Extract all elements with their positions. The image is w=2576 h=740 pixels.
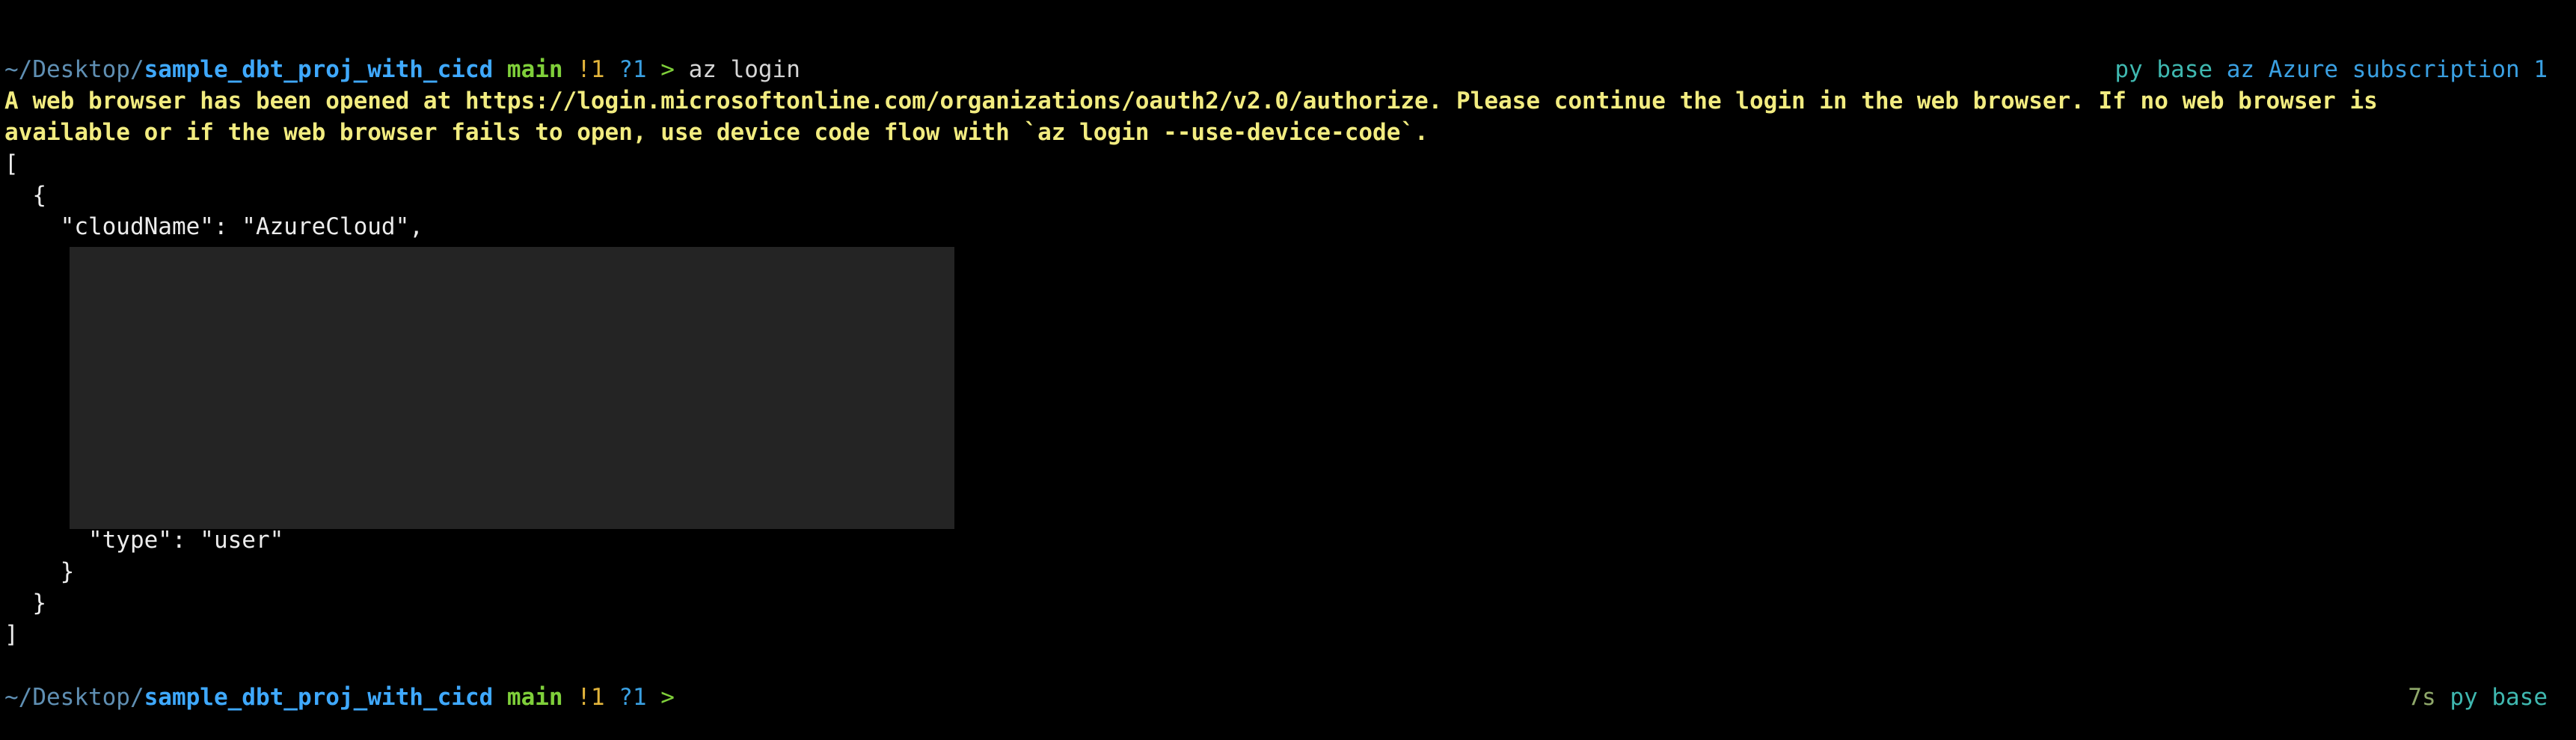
git-untracked-count: ?1 — [619, 684, 647, 711]
command-duration: 7s — [2408, 684, 2436, 711]
json-outer-close: } — [4, 590, 46, 617]
git-modified-count: !1 — [577, 56, 605, 83]
json-type-line: "type": "user" — [4, 527, 284, 554]
warning-line-2: available or if the web browser fails to… — [4, 119, 1429, 146]
right-prompt-2: 7s py base — [2408, 682, 2548, 713]
prompt-caret: > — [660, 684, 675, 711]
git-untracked-count: ?1 — [619, 56, 647, 83]
prompt-caret: > — [660, 56, 675, 83]
redacted-block — [70, 247, 954, 529]
json-cloud-name: "cloudName": "AzureCloud", — [4, 213, 423, 240]
json-close-bracket: ] — [4, 621, 19, 648]
right-prompt-1: py base az Azure subscription 1 — [2115, 54, 2548, 85]
git-branch: main — [506, 684, 563, 711]
git-branch: main — [506, 56, 563, 83]
path-directory: sample_dbt_proj_with_cicd — [144, 684, 494, 711]
prompt-line-1: ~/Desktop/sample_dbt_proj_with_cicd main… — [4, 54, 800, 85]
python-env: py base — [2115, 56, 2213, 83]
json-inner-close: } — [4, 558, 75, 585]
az-label: az — [2226, 56, 2255, 83]
command-text: az login — [688, 56, 800, 83]
git-modified-count: !1 — [577, 684, 605, 711]
json-open-brace: { — [4, 182, 46, 209]
warning-line-1: A web browser has been opened at https:/… — [4, 88, 2378, 114]
path-directory: sample_dbt_proj_with_cicd — [144, 56, 494, 83]
json-open-bracket: [ — [4, 150, 19, 177]
path-prefix: ~/Desktop/ — [4, 684, 144, 711]
python-env: py base — [2450, 684, 2548, 711]
path-prefix: ~/Desktop/ — [4, 56, 144, 83]
azure-subscription: Azure subscription 1 — [2268, 56, 2548, 83]
prompt-line-2[interactable]: ~/Desktop/sample_dbt_proj_with_cicd main… — [4, 682, 675, 713]
